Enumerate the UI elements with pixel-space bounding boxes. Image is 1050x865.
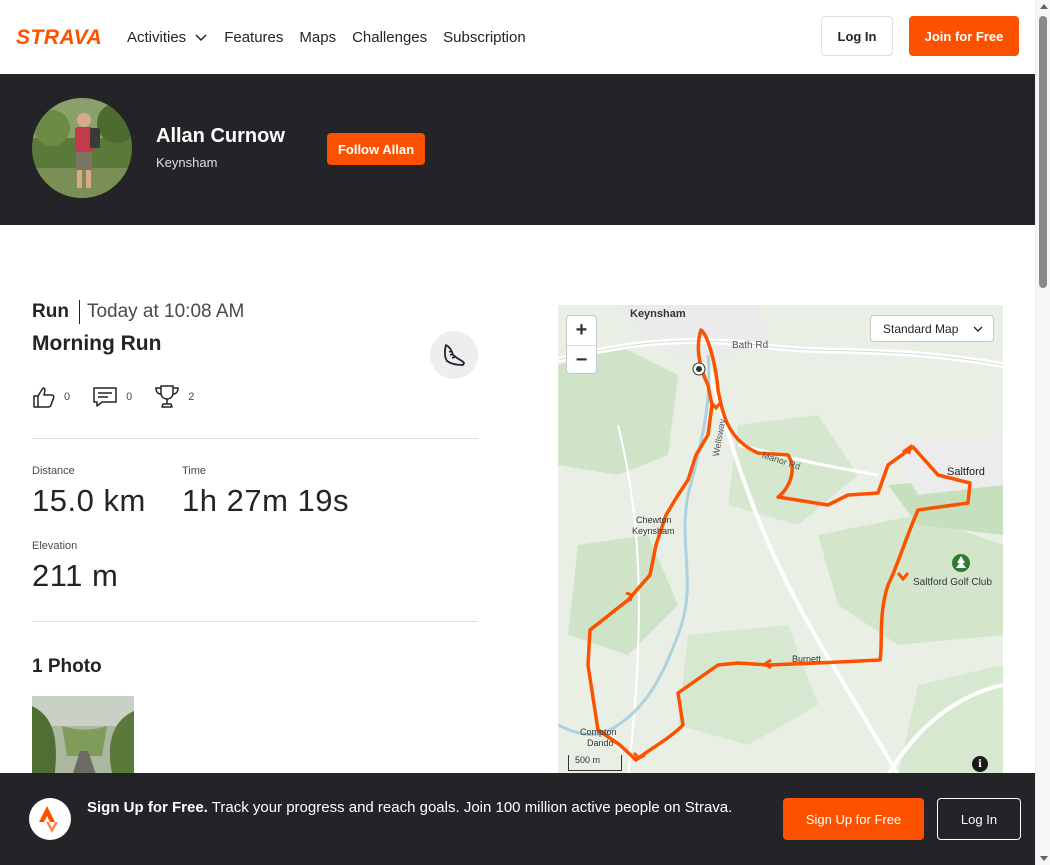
banner-headline: Sign Up for Free. <box>87 799 208 816</box>
nav-maps-label: Maps <box>299 28 337 46</box>
banner-login-button[interactable]: Log In <box>937 798 1021 840</box>
nav-activities[interactable]: Activities <box>127 29 208 46</box>
map-scale: 500 m <box>568 755 622 771</box>
elevation-value: 211 m <box>32 558 119 593</box>
comment-icon <box>93 387 117 407</box>
social-stats: 0 0 2 <box>32 384 216 410</box>
map-label-keynsham: Keynsham <box>630 308 686 320</box>
photos-heading: 1 Photo <box>32 656 102 677</box>
zoom-out-button[interactable]: − <box>567 345 596 374</box>
time-value: 1h 27m 19s <box>182 483 349 518</box>
map-label-saltford-golf: Saltford Golf Club <box>913 577 992 588</box>
map-style-select[interactable]: Standard Map <box>870 315 994 342</box>
shoe-icon <box>444 344 465 366</box>
elevation-stat: Elevation 211 m <box>32 540 118 594</box>
time-stat: Time 1h 27m 19s <box>182 465 349 519</box>
trophy-icon <box>155 385 180 408</box>
scroll-up-arrow[interactable] <box>1040 4 1048 9</box>
page: STRAVA Activities Features Maps Challeng… <box>0 0 1050 865</box>
signup-banner: Sign Up for Free. Track your progress an… <box>0 773 1035 865</box>
gear-shoe-button[interactable] <box>430 331 478 379</box>
athlete-avatar[interactable] <box>32 98 132 198</box>
map-label-bath-rd: Bath Rd <box>732 340 768 351</box>
map-label-burnett: Burnett <box>792 654 822 664</box>
main-menu: Activities Features Maps Challenges Subs… <box>127 0 542 74</box>
elevation-label: Elevation <box>32 540 78 552</box>
scroll-down-arrow[interactable] <box>1040 856 1048 861</box>
scroll-thumb[interactable] <box>1039 16 1047 288</box>
nav-activities-label: Activities <box>127 28 187 46</box>
map-label-saltford: Saltford <box>947 466 985 478</box>
zoom-in-button[interactable]: + <box>567 316 596 345</box>
map-canvas: Keynsham Bath Rd Wellsway Manor Rd Saltf… <box>558 305 1003 775</box>
divider <box>32 621 478 622</box>
chevron-down-icon <box>195 34 207 42</box>
distance-value: 15.0 km <box>32 483 146 518</box>
top-navigation: STRAVA Activities Features Maps Challeng… <box>0 0 1035 74</box>
athlete-name[interactable]: Allan Curnow <box>156 125 285 148</box>
activity-type: Run <box>32 301 69 322</box>
map-label-chewton-1: Chewton <box>636 515 672 525</box>
nav-subscription[interactable]: Subscription <box>443 29 526 46</box>
route-map[interactable]: Keynsham Bath Rd Wellsway Manor Rd Saltf… <box>558 305 1003 775</box>
map-label-compton-2: Dando <box>587 738 614 748</box>
chevron-down-icon <box>973 326 983 332</box>
comments-count: 0 <box>126 391 133 403</box>
thumbs-up-icon <box>33 387 55 408</box>
map-label-compton-1: Compton <box>580 727 617 737</box>
nav-features-label: Features <box>224 28 284 46</box>
follow-button[interactable]: Follow Allan <box>327 133 425 165</box>
nav-challenges-label: Challenges <box>352 28 428 46</box>
login-button[interactable]: Log In <box>821 16 893 56</box>
banner-body: Track your progress and reach goals. Joi… <box>211 799 733 816</box>
strava-chevron-icon <box>39 806 58 833</box>
map-info-button[interactable]: i <box>972 756 988 772</box>
athlete-location: Keynsham <box>156 155 218 170</box>
time-label: Time <box>182 465 207 477</box>
nav-challenges[interactable]: Challenges <box>352 29 427 46</box>
distance-stat: Distance 15.0 km <box>32 465 146 519</box>
strava-logo[interactable]: STRAVA <box>16 25 111 47</box>
nav-subscription-label: Subscription <box>443 28 526 46</box>
athlete-header: Allan Curnow Keynsham Follow Allan <box>0 74 1035 225</box>
zoom-controls: + − <box>566 315 597 374</box>
kudos-count: 0 <box>64 391 71 403</box>
page-scrollbar[interactable] <box>1035 0 1050 865</box>
signup-button[interactable]: Sign Up for Free <box>783 798 924 840</box>
nav-features[interactable]: Features <box>224 29 283 46</box>
achievements-count: 2 <box>188 391 195 403</box>
divider <box>32 438 478 439</box>
map-label-chewton-2: Keynsham <box>632 526 675 536</box>
activity-meta: Run Today at 10:08 AM <box>32 300 244 324</box>
kudos-button[interactable]: 0 <box>32 385 70 409</box>
activity-date: Today at 10:08 AM <box>86 301 245 322</box>
achievements-button[interactable]: 2 <box>154 384 194 410</box>
avatar-image <box>32 98 132 198</box>
distance-label: Distance <box>32 465 75 477</box>
nav-maps[interactable]: Maps <box>299 29 336 46</box>
strava-badge-icon <box>29 798 71 840</box>
activity-title: Morning Run <box>32 332 162 355</box>
map-style-label: Standard Map <box>883 321 959 336</box>
comments-button[interactable]: 0 <box>92 385 132 409</box>
banner-message: Sign Up for Free. Track your progress an… <box>87 797 757 819</box>
join-button[interactable]: Join for Free <box>909 16 1019 56</box>
svg-text:STRAVA: STRAVA <box>16 26 102 47</box>
meta-separator <box>78 300 80 324</box>
